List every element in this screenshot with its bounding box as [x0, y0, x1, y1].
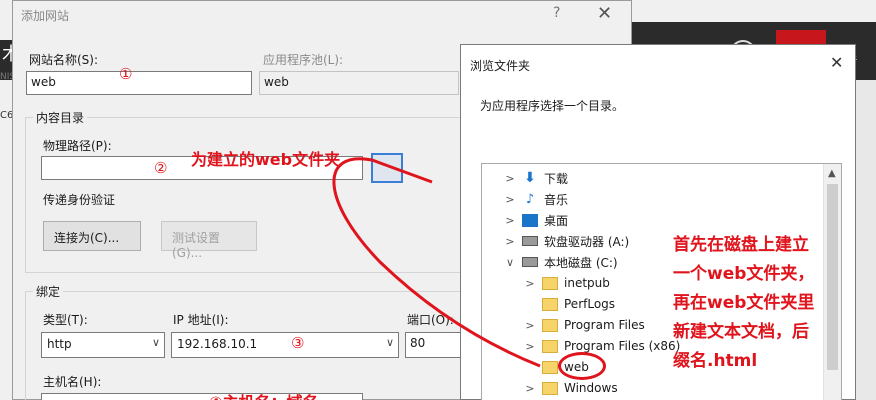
tree-item-label: 软盘驱动器 (A:) — [544, 234, 630, 249]
app-pool-field: web — [259, 71, 459, 95]
folder-icon — [542, 318, 558, 332]
folder-icon — [542, 360, 558, 374]
test-settings-button: 测试设置(G)... — [161, 221, 257, 260]
folder-icon — [542, 276, 558, 290]
desktop-icon — [522, 213, 538, 227]
app-pool-label: 应用程序池(L): — [263, 53, 344, 67]
tree-item-local-disk-c[interactable]: ∨ 本地磁盘 (C:) — [504, 252, 618, 272]
close-icon[interactable]: ✕ — [597, 3, 612, 24]
music-icon: ♪ — [525, 191, 535, 207]
drive-icon — [522, 257, 538, 267]
chevron-right-icon[interactable]: > — [504, 172, 516, 185]
port-label: 端口(O): — [407, 313, 454, 327]
annotation-line: 再在web文件夹里 — [673, 293, 815, 313]
close-icon[interactable]: ✕ — [830, 53, 843, 72]
chevron-right-icon[interactable]: > — [504, 193, 516, 206]
binding-title: 绑定 — [33, 283, 64, 300]
annotation-line: 首先在磁盘上建立 — [673, 235, 809, 255]
tree-item-program-files-x86[interactable]: > Program Files (x86) — [524, 336, 680, 356]
site-name-input[interactable]: web — [26, 71, 252, 95]
tree-item-windows[interactable]: > Windows — [524, 378, 618, 398]
annotation-number-1: ① — [119, 65, 133, 83]
chevron-down-icon: ∨ — [151, 336, 160, 349]
tree-item-label: inetpub — [564, 276, 610, 290]
tree-item-label: Windows — [564, 381, 618, 395]
tree-item-label: Program Files (x86) — [564, 339, 681, 353]
chevron-down-icon[interactable]: ∨ — [504, 256, 516, 269]
tree-item-label: 音乐 — [544, 192, 569, 207]
ip-address-label: IP 地址(I): — [173, 313, 229, 327]
folder-icon — [542, 339, 558, 353]
annotation-host-name: ④主机名：域名 — [209, 389, 319, 400]
tree-item-program-files[interactable]: > Program Files — [524, 315, 645, 335]
type-label: 类型(T): — [43, 313, 88, 327]
ip-address-select[interactable]: 192.168.10.1 ∨ — [171, 332, 399, 358]
chevron-down-icon: ∨ — [385, 336, 394, 349]
tree-item-label: 下载 — [544, 171, 569, 186]
annotation-instructions: 首先在磁盘上建立 一个web文件夹， 再在web文件夹里 新建文本文档，后 缀名… — [673, 231, 849, 376]
annotation-line: 新建文本文档，后 — [673, 322, 809, 342]
tree-item-label: Program Files — [564, 318, 645, 332]
site-name-label: 网站名称(S): — [29, 53, 99, 67]
scroll-up-icon[interactable]: ▲ — [828, 168, 836, 179]
tree-item-floppy[interactable]: > 软盘驱动器 (A:) — [504, 231, 629, 251]
host-name-label: 主机名(H): — [43, 375, 102, 389]
chevron-right-icon[interactable]: > — [524, 382, 536, 395]
passthrough-auth-label: 传递身份验证 — [43, 193, 116, 207]
annotation-line: 缀名.html — [673, 351, 758, 371]
chevron-right-icon[interactable]: > — [504, 214, 516, 227]
tree-item-label: 桌面 — [544, 213, 569, 228]
type-value: http — [47, 337, 72, 351]
annotation-create-folder: 为建立的web文件夹 — [191, 150, 341, 169]
floppy-icon — [522, 236, 538, 246]
tree-item-label: 本地磁盘 (C:) — [544, 255, 618, 270]
chevron-right-icon[interactable]: > — [524, 277, 536, 290]
tree-item-perflogs[interactable]: PerfLogs — [524, 294, 615, 314]
browse-button[interactable] — [371, 153, 403, 183]
background-panel — [855, 80, 876, 400]
help-button[interactable]: ? — [553, 5, 560, 21]
tree-item-downloads[interactable]: > ⬇ 下载 — [504, 168, 568, 188]
tree-item-music[interactable]: > ♪ 音乐 — [504, 189, 568, 209]
type-select[interactable]: http ∨ — [41, 332, 165, 358]
folder-icon — [542, 381, 558, 395]
tree-item-inetpub[interactable]: > inetpub — [524, 273, 610, 293]
annotation-number-2: ② — [154, 159, 168, 177]
annotation-number-3: ③ — [291, 334, 305, 352]
tree-item-label: PerfLogs — [564, 297, 616, 311]
physical-path-label: 物理路径(P): — [43, 139, 112, 153]
chevron-right-icon[interactable]: > — [504, 235, 516, 248]
annotation-line: 一个web文件夹， — [673, 264, 815, 284]
annotation-highlight-ring — [558, 352, 606, 380]
tree-item-desktop[interactable]: > 桌面 — [504, 210, 568, 230]
browse-folder-dialog: 浏览文件夹 ✕ 为应用程序选择一个目录。 > ⬇ 下载 > ♪ 音乐 > 桌面 … — [460, 44, 856, 400]
ip-address-value: 192.168.10.1 — [177, 337, 258, 351]
dialog-title: 添加网站 — [21, 9, 70, 23]
chevron-right-icon[interactable]: > — [524, 319, 536, 332]
chevron-right-icon[interactable]: > — [524, 340, 536, 353]
browse-dialog-description: 为应用程序选择一个目录。 — [480, 99, 625, 113]
connect-as-button[interactable]: 连接为(C)... — [43, 221, 141, 251]
content-directory-title: 内容目录 — [33, 109, 88, 126]
folder-icon — [542, 297, 558, 311]
browse-dialog-title: 浏览文件夹 — [470, 59, 531, 73]
download-icon: ⬇ — [524, 170, 536, 186]
port-input[interactable]: 80 — [405, 332, 465, 358]
